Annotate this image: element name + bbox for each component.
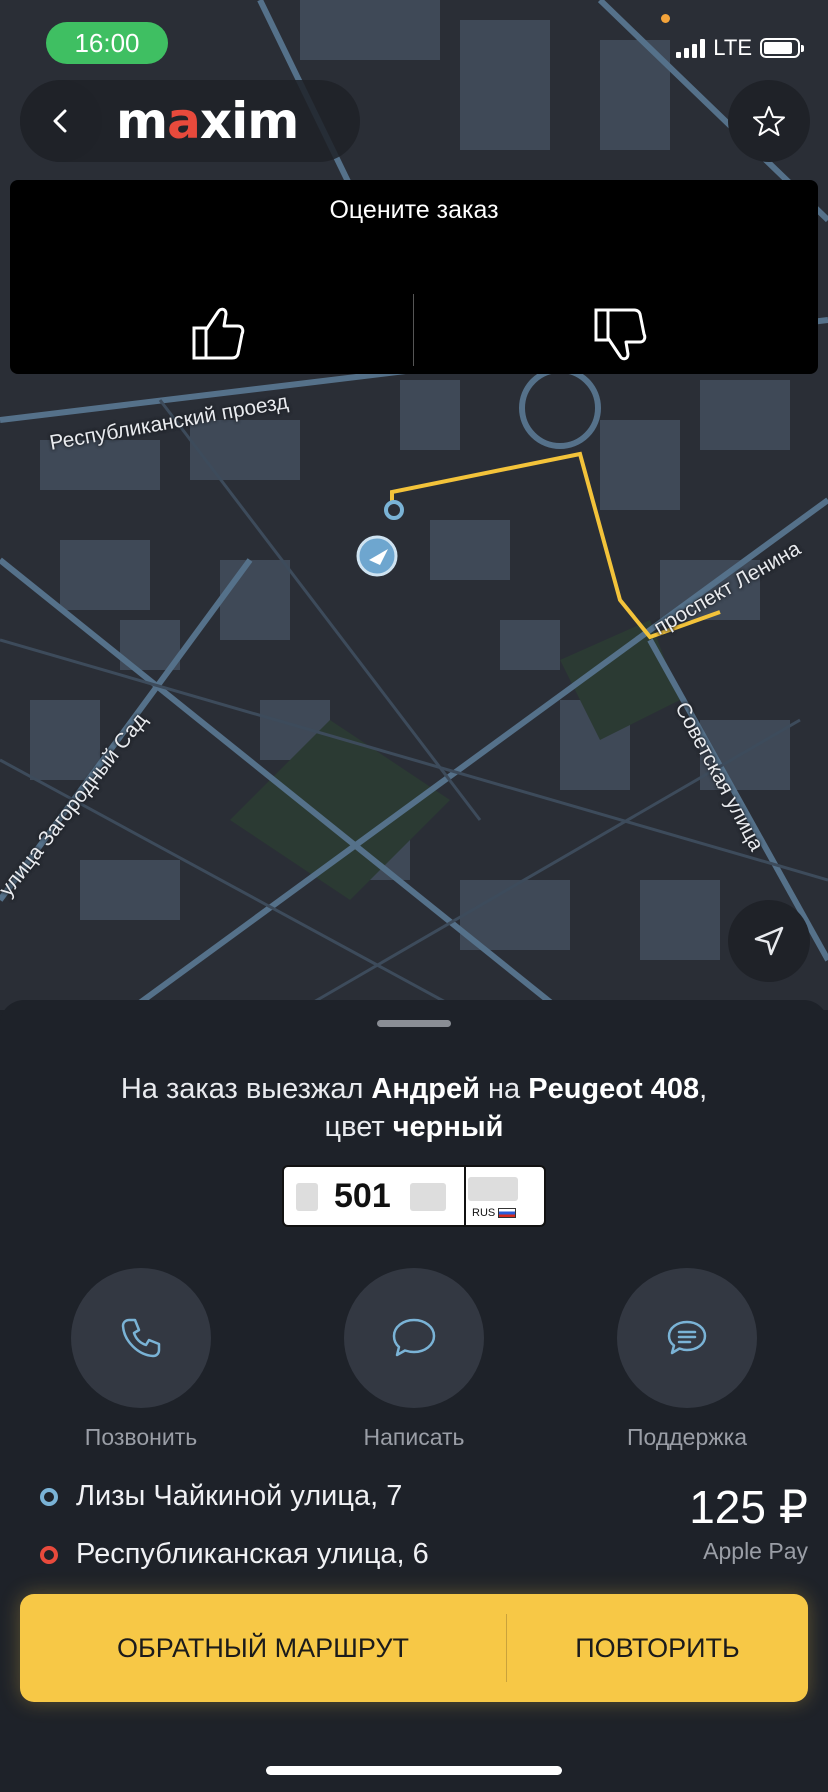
- plate-hidden-region: [468, 1177, 518, 1201]
- maxim-logo: maxim: [116, 92, 299, 150]
- destination-address: Республиканская улица, 6: [76, 1538, 429, 1570]
- support-chat-icon: [667, 1320, 707, 1355]
- return-route-button[interactable]: ОБРАТНЫЙ МАРШРУТ: [20, 1594, 506, 1702]
- message-label: Написать: [363, 1424, 465, 1450]
- plate-hidden-letters: [410, 1183, 446, 1211]
- call-label: Позвонить: [84, 1424, 198, 1450]
- route-to: Республиканская улица, 6: [40, 1538, 429, 1571]
- dislike-button[interactable]: [582, 298, 654, 370]
- plate-country: RUS: [472, 1207, 517, 1219]
- support-label: Поддержка: [627, 1424, 747, 1450]
- route-from: Лизы Чайкиной улица, 7: [40, 1480, 402, 1513]
- thumbs-up-icon: [192, 307, 245, 360]
- rating-title: Оцените заказ: [329, 196, 499, 224]
- home-indicator[interactable]: [266, 1766, 562, 1775]
- route-start-marker: [384, 500, 404, 520]
- my-location-button[interactable]: [728, 900, 810, 982]
- status-time: 16:00: [46, 22, 168, 64]
- chat-bubble-icon: [392, 1318, 436, 1357]
- star-icon: [753, 106, 785, 136]
- call-button[interactable]: [71, 1268, 211, 1408]
- price: 125 ₽: [689, 1481, 808, 1533]
- favorite-button[interactable]: [728, 80, 810, 162]
- license-plate: 501 RUS: [282, 1165, 546, 1227]
- signal-icon: [676, 38, 706, 58]
- driver-name: Андрей: [371, 1073, 480, 1105]
- status-indicators: LTE: [676, 34, 804, 62]
- rating-panel: Оцените заказ: [10, 180, 818, 374]
- like-button[interactable]: [180, 298, 252, 370]
- navigation-arrow-icon: [754, 926, 784, 956]
- destination-dot-icon: [40, 1545, 58, 1564]
- plate-number: 501: [334, 1177, 391, 1215]
- thumbs-down-icon: [594, 308, 647, 361]
- payment-method: Apple Pay: [703, 1538, 808, 1564]
- support-button[interactable]: [617, 1268, 757, 1408]
- plate-hidden-letter: [296, 1183, 318, 1211]
- sheet-handle[interactable]: [377, 1020, 451, 1027]
- chevron-left-icon: [53, 109, 67, 133]
- back-button[interactable]: [20, 80, 102, 162]
- action-bar: ОБРАТНЫЙ МАРШРУТ ПОВТОРИТЬ: [20, 1594, 808, 1702]
- car-color: черный: [392, 1111, 504, 1143]
- phone-icon: [121, 1318, 161, 1358]
- repeat-order-button[interactable]: ПОВТОРИТЬ: [507, 1594, 808, 1702]
- car-model: Peugeot 408: [528, 1073, 700, 1105]
- origin-dot-icon: [40, 1487, 58, 1506]
- message-button[interactable]: [344, 1268, 484, 1408]
- russia-flag-icon: [498, 1208, 517, 1218]
- battery-icon: [760, 38, 804, 58]
- rating-divider: [413, 294, 414, 366]
- privacy-indicator: [661, 14, 670, 23]
- network-type: LTE: [713, 35, 752, 60]
- origin-address: Лизы Чайкиной улица, 7: [76, 1480, 403, 1512]
- driver-info: На заказ выезжал Андрей на Peugeot 408, …: [120, 1073, 708, 1143]
